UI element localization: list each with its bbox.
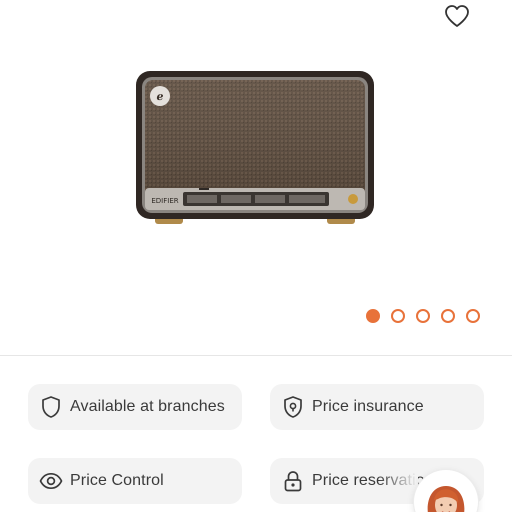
product-image[interactable]: ℯ EDIFIER [133, 68, 377, 230]
gallery-dot-3[interactable] [416, 309, 430, 323]
gallery-dot-2[interactable] [391, 309, 405, 323]
gallery-dot-4[interactable] [441, 309, 455, 323]
eye-icon [38, 468, 64, 494]
feature-label: Price insurance [312, 398, 424, 415]
feature-price-control[interactable]: Price Control [28, 458, 242, 504]
feature-available-at-branches[interactable]: Available at branches [28, 384, 242, 430]
heart-outline-icon [445, 5, 469, 27]
lock-icon [280, 468, 306, 494]
gallery-dot-5[interactable] [466, 309, 480, 323]
gallery-pagination [366, 306, 480, 326]
gallery-dot-1[interactable] [366, 309, 380, 323]
feature-price-insurance[interactable]: Price insurance [270, 384, 484, 430]
section-divider [0, 355, 512, 356]
shield-check-icon [280, 394, 306, 420]
shield-outline-icon [38, 394, 64, 420]
svg-text:ℯ: ℯ [157, 90, 164, 103]
feature-label: Price Control [70, 472, 164, 489]
favorite-button[interactable] [441, 1, 473, 31]
brand-plate: EDIFIER [151, 197, 178, 205]
feature-label: Available at branches [70, 398, 225, 415]
feature-label: Price reservation [312, 472, 434, 489]
speaker-illustration: ℯ EDIFIER [136, 71, 374, 224]
